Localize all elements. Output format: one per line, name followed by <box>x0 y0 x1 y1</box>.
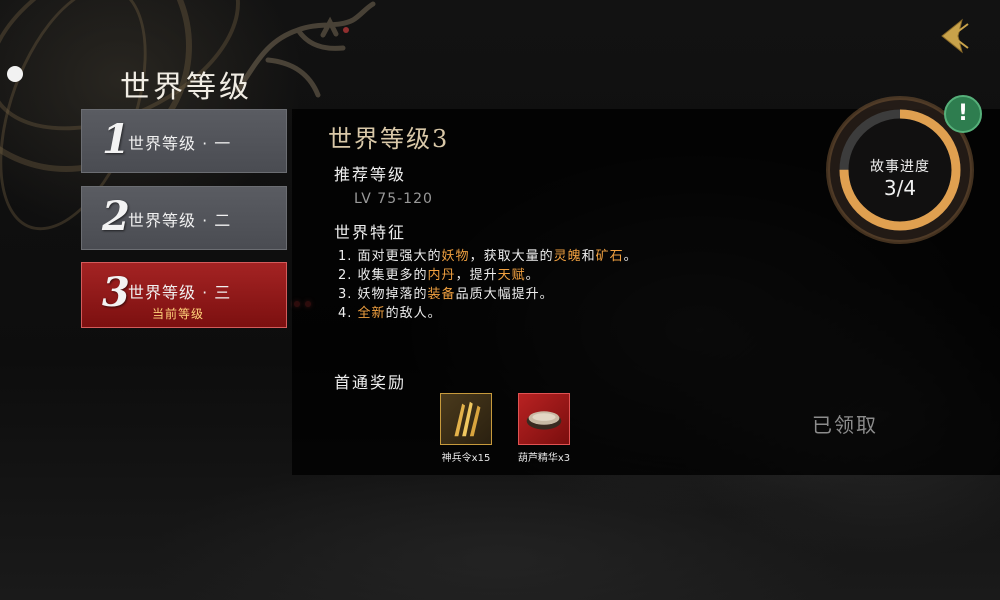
feature-text: ，获取大量的 <box>469 249 554 264</box>
feature-line-1: 1. 面对更强大的妖物，获取大量的灵魄和矿石。 <box>338 245 638 264</box>
feature-highlight: 矿石 <box>595 249 624 264</box>
feature-text: 4. <box>338 306 358 321</box>
feature-highlight: 灵魄 <box>553 249 582 264</box>
feature-text: 。 <box>525 268 540 283</box>
header-dot-icon <box>7 66 23 82</box>
level-label: 世界等级 · 三 <box>128 283 232 302</box>
feature-highlight: 内丹 <box>427 268 456 283</box>
feature-text: 。 <box>623 249 638 264</box>
level-number: 1 <box>102 116 130 163</box>
level-item-3[interactable]: 3 世界等级 · 三 当前等级 <box>81 262 287 328</box>
level-label: 世界等级 · 一 <box>128 134 232 153</box>
alert-icon[interactable]: ! <box>944 95 982 133</box>
feature-highlight: 妖物 <box>441 249 470 264</box>
feature-line-2: 2. 收集更多的内丹，提升天赋。 <box>338 264 540 283</box>
feature-text: 3. 妖物掉落的 <box>338 287 428 302</box>
feature-line-4: 4. 全新的敌人。 <box>338 302 442 321</box>
weapon-token-icon <box>440 393 492 445</box>
level-item-2[interactable]: 2 世界等级 · 二 <box>81 186 287 250</box>
feature-text: 和 <box>581 249 596 264</box>
feature-text: 2. 收集更多的 <box>338 268 428 283</box>
level-number: 2 <box>102 193 130 240</box>
reward-item-1[interactable]: 神兵令x15 <box>438 393 494 464</box>
feature-text: 1. 面对更强大的 <box>338 249 442 264</box>
gourd-essence-icon <box>518 393 570 445</box>
detail-title: 世界等级3 <box>328 125 450 153</box>
claimed-status: 已领取 <box>812 413 878 437</box>
reward-name: 神兵令x15 <box>441 453 491 464</box>
current-level-badge: 当前等级 <box>152 307 205 321</box>
feature-text: ，提升 <box>455 268 498 283</box>
reward-label: 首通奖励 <box>334 373 407 392</box>
reward-name: 葫芦精华x3 <box>517 453 571 464</box>
page-title: 世界等级 <box>120 70 252 105</box>
back-button[interactable] <box>932 14 976 58</box>
level-item-1[interactable]: 1 世界等级 · 一 <box>81 109 287 173</box>
game-screen: 世界等级 1 世界等级 · 一 2 世界等级 · 二 3 世界等级 · 三 当前… <box>0 0 1000 600</box>
level-label: 世界等级 · 二 <box>128 211 232 230</box>
recommend-label: 推荐等级 <box>334 165 407 184</box>
reward-item-2[interactable]: 葫芦精华x3 <box>516 393 572 464</box>
recommend-value: LV 75-120 <box>354 191 433 207</box>
features-label: 世界特征 <box>334 223 407 242</box>
feature-text: 品质大幅提升。 <box>455 287 554 302</box>
progress-value: 3/4 <box>883 176 917 200</box>
feature-line-3: 3. 妖物掉落的装备品质大幅提升。 <box>338 283 554 302</box>
feature-highlight: 装备 <box>427 287 456 302</box>
progress-title: 故事进度 <box>870 159 930 175</box>
feature-text: 的敌人。 <box>385 306 442 321</box>
feature-highlight: 天赋 <box>497 268 526 283</box>
level-number: 3 <box>102 269 130 316</box>
feature-highlight: 全新 <box>357 306 386 321</box>
